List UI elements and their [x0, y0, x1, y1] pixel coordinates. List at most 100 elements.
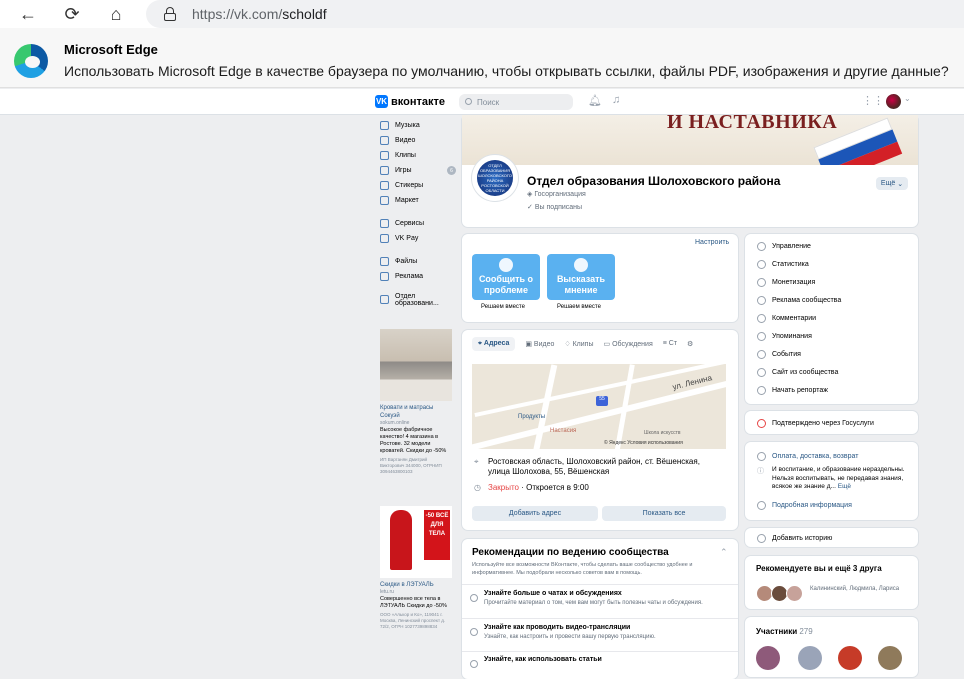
search-input[interactable]: Поиск	[459, 94, 573, 110]
reload-icon[interactable]: ⟳	[60, 2, 84, 26]
member-avatar[interactable]	[798, 646, 822, 670]
show-all-button[interactable]: Показать все	[602, 506, 726, 521]
recommendation-item[interactable]: Узнайте больше о чатах и обсуждениях Проч…	[470, 590, 703, 606]
home-icon[interactable]: ⌂	[104, 2, 128, 26]
address-bar[interactable]: https://vk.com/scholdf	[146, 0, 964, 28]
music-icon[interactable]: ♫	[612, 94, 620, 106]
delivery-link[interactable]: Оплата, доставка, возврат	[757, 450, 858, 462]
menu-item-live[interactable]: Начать репортаж	[757, 384, 828, 396]
report-problem-button[interactable]: Сообщить о проблеме	[472, 254, 540, 300]
community-avatar[interactable]: ОТДЕЛ ОБРАЗОВАНИЯ ШОЛОХОВСКОГО РАЙОНА РО…	[472, 155, 518, 201]
page-title: Отдел образования Шолоховского района	[527, 174, 781, 188]
ad-image[interactable]	[380, 329, 452, 401]
more-button[interactable]: Ещё ⌄	[876, 177, 908, 190]
menu-item-vkpay[interactable]: VK Pay	[380, 231, 460, 246]
menu-item-market[interactable]: Маркет	[380, 193, 460, 208]
tab-articles[interactable]: ≡ Ст	[663, 337, 677, 351]
content-tabs: ⌖ Адреса ▣ Видео ♢ Клипы ▭ Обсуждения ≡ …	[472, 337, 693, 351]
vkpay-icon	[380, 234, 389, 243]
members-count: 279	[799, 627, 813, 636]
cover-image: И НАСТАВНИКА	[462, 115, 918, 165]
story-icon	[757, 533, 766, 543]
configure-link[interactable]: Настроить	[695, 239, 729, 246]
menu-item-games[interactable]: Игры 6	[380, 163, 460, 178]
menu-item-group[interactable]: Отдел образовани...	[380, 292, 460, 307]
member-avatar[interactable]	[838, 646, 862, 670]
tab-discussions[interactable]: ▭ Обсуждения	[604, 337, 653, 351]
opinion-button[interactable]: Высказать мнение	[547, 254, 615, 300]
opens-label: · Откроется в 9:00	[519, 483, 589, 492]
edge-logo-icon	[14, 44, 48, 78]
menu-item-mentions[interactable]: Упоминания	[757, 330, 812, 342]
divider	[462, 651, 738, 652]
recommendation-desc: Узнайте, как настроить и провести вашу п…	[484, 634, 656, 640]
details-label: Подробная информация	[772, 501, 852, 509]
ad-title[interactable]: Кровати и матрасы Сокуэй	[380, 404, 452, 420]
menu-label: Видео	[395, 137, 416, 144]
recommendations-title: Рекомендации по ведению сообщества	[472, 547, 669, 558]
menu-item-comments[interactable]: Комментарии	[757, 312, 816, 324]
apps-grid-icon[interactable]: ⋮⋮	[862, 94, 884, 107]
search-placeholder: Поиск	[477, 97, 500, 107]
ad-description: Совершенно все тела в ЛЭТУАЛЬ Скидки до …	[380, 596, 447, 609]
add-story-button[interactable]: Добавить историю	[757, 532, 832, 544]
tab-addresses[interactable]: ⌖ Адреса	[472, 337, 516, 351]
details-link[interactable]: Подробная информация	[757, 499, 852, 511]
tab-video[interactable]: ▣ Видео	[525, 337, 554, 351]
recommendation-item[interactable]: Узнайте, как использовать статьи	[470, 656, 602, 668]
divider	[462, 584, 738, 585]
lock-icon[interactable]	[164, 7, 176, 21]
menu-label: События	[772, 350, 801, 358]
url-host: https://vk.com/	[192, 6, 283, 22]
url-text[interactable]: https://vk.com/scholdf	[192, 6, 327, 22]
menu-item-music[interactable]: Музыка	[380, 118, 460, 133]
ad-image[interactable]: -50 ВСЁ ДЛЯ ТЕЛА	[380, 506, 452, 578]
about-more-link[interactable]: Ещё	[838, 483, 851, 490]
menu-label: Музыка	[395, 122, 420, 129]
subscription-text: Вы подписаны	[534, 204, 583, 211]
map[interactable]: ул. Ленина Продукты Настасия Школа искус…	[472, 364, 726, 449]
back-icon[interactable]: ←	[16, 2, 40, 26]
map-poi-label: Настасия	[550, 428, 577, 434]
quote-icon: ⓘ	[757, 468, 764, 475]
menu-item-ads[interactable]: Реклама	[380, 269, 460, 284]
member-avatar[interactable]	[878, 646, 902, 670]
menu-label: Сервисы	[395, 220, 425, 227]
menu-item-files[interactable]: Файлы	[380, 254, 460, 269]
chevron-down-icon[interactable]: ⌄	[904, 94, 911, 103]
recommendations-desc: Используйте все возможности ВКонтакте, ч…	[472, 562, 693, 576]
user-avatar[interactable]	[886, 94, 901, 109]
bell-icon[interactable]: 🔔︎	[588, 94, 602, 107]
menu-item-video[interactable]: Видео	[380, 133, 460, 148]
ad-letual[interactable]: -50 ВСЁ ДЛЯ ТЕЛА Скидки в ЛЭТУАЛЬ letu.r…	[380, 506, 452, 630]
member-avatar[interactable]	[756, 646, 780, 670]
subscription-status[interactable]: ✓ Вы подписаны	[527, 203, 582, 211]
vk-logo[interactable]: VK вконтакте	[375, 95, 445, 108]
ad-source: letu.ru	[380, 589, 394, 595]
gear-icon[interactable]: ⚙	[687, 337, 693, 351]
recommendation-item[interactable]: Узнайте как проводить видео-трансляции Уз…	[470, 624, 656, 640]
friends-title: Рекомендуете вы и ещё 3 друга	[756, 564, 882, 573]
avatar-text: ОТДЕЛ ОБРАЗОВАНИЯ ШОЛОХОВСКОГО РАЙОНА РО…	[477, 160, 513, 196]
collapse-icon[interactable]: ⌃	[720, 547, 728, 558]
menu-item-stats[interactable]: Статистика	[757, 258, 809, 270]
gosuslugi-verified[interactable]: Подтверждено через Госуслуги	[757, 417, 874, 429]
menu-item-monetization[interactable]: Монетизация	[757, 276, 815, 288]
menu-item-manage[interactable]: Управление	[757, 240, 811, 252]
menu-item-services[interactable]: Сервисы	[380, 216, 460, 231]
tab-clips[interactable]: ♢ Клипы	[564, 337, 593, 351]
add-address-button[interactable]: Добавить адрес	[472, 506, 598, 521]
recommendation-desc: Прочитайте материал о том, чем вам могут…	[484, 600, 703, 606]
map-pin-icon[interactable]: 55	[596, 396, 608, 406]
menu-item-stickers[interactable]: Стикеры	[380, 178, 460, 193]
menu-item-clips[interactable]: Клипы	[380, 148, 460, 163]
menu-item-ads[interactable]: Реклама сообщества	[757, 294, 841, 306]
ad-title[interactable]: Скидки в ЛЭТУАЛЬ	[380, 581, 452, 589]
menu-label: Управление	[772, 242, 811, 250]
menu-item-events[interactable]: События	[757, 348, 801, 360]
friend-avatar[interactable]	[786, 585, 803, 602]
market-icon	[380, 196, 389, 205]
info-icon	[757, 451, 766, 461]
ad-beds[interactable]: Кровати и матрасы Сокуэй sokum.online Вы…	[380, 329, 452, 475]
menu-item-site[interactable]: Сайт из сообщества	[757, 366, 838, 378]
